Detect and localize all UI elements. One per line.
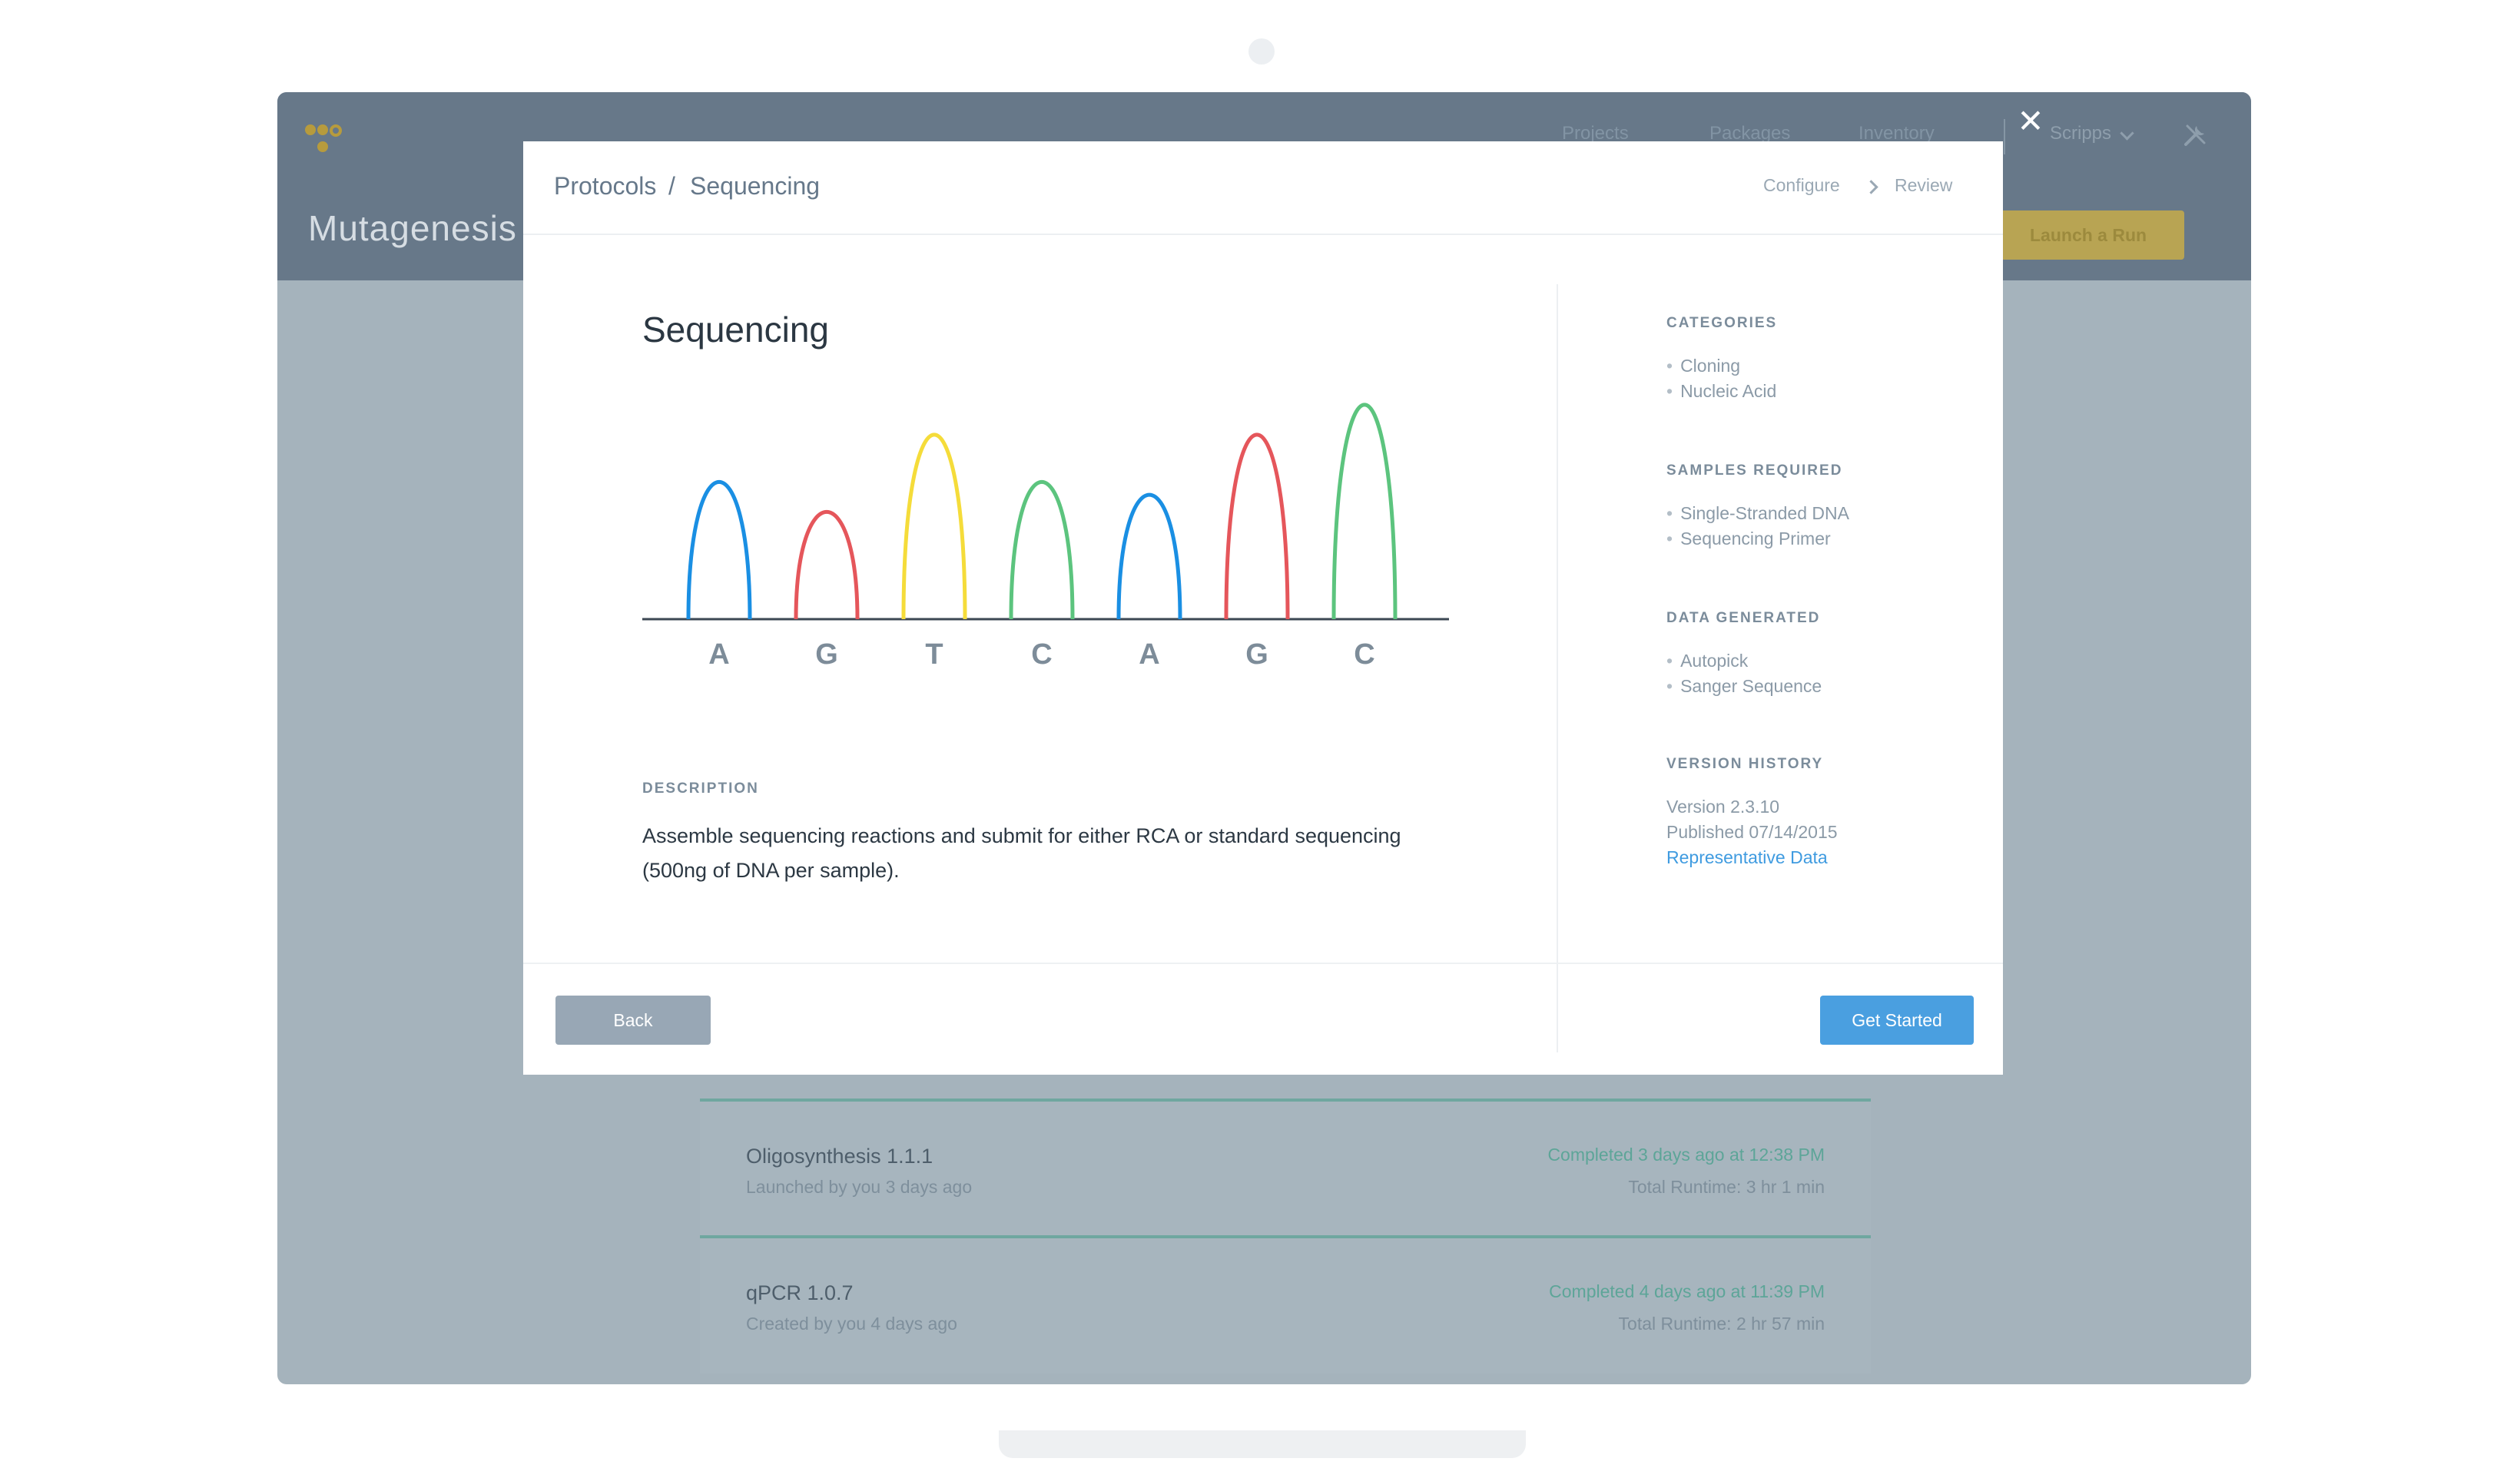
modal-header: Protocols / Sequencing Configure Review (523, 141, 2003, 235)
data-generated-section: DATA GENERATED • Autopick • Sanger Sequenc… (1666, 610, 1822, 699)
breadcrumb-protocols[interactable]: Protocols (554, 172, 656, 200)
representative-data-link[interactable]: Representative Data (1666, 845, 1838, 870)
data-item: • Sanger Sequence (1666, 676, 1822, 696)
breadcrumb-separator: / (668, 172, 675, 200)
published-date: Published 07/14/2015 (1666, 822, 1838, 842)
data-item: • Autopick (1666, 651, 1749, 671)
run-subtitle: Launched by you 3 days ago (746, 1177, 973, 1197)
data-generated-label: DATA GENERATED (1666, 610, 1821, 626)
run-name: qPCR 1.0.7 (746, 1281, 854, 1304)
step-review[interactable]: Review (1895, 175, 1952, 196)
chevron-down-icon[interactable] (2120, 126, 2134, 141)
run-card[interactable]: Oligosynthesis 1.1.1 Launched by you 3 d… (700, 1099, 1871, 1237)
chromatogram-peak (901, 432, 967, 620)
run-runtime: Total Runtime: 2 hr 57 min (1618, 1314, 1825, 1334)
chromatogram-peak (1116, 492, 1182, 620)
base-label: C (1354, 638, 1374, 671)
version-label: VERSION HISTORY (1666, 756, 1824, 772)
categories-section: CATEGORIES • Cloning • Nucleic Acid (1666, 315, 1777, 404)
chromatogram-peak (1331, 403, 1398, 620)
footer-divider (523, 963, 2003, 964)
base-label: A (708, 638, 729, 671)
protocol-title: Sequencing (642, 310, 829, 350)
device-stand (999, 1430, 1526, 1458)
base-label: G (1245, 638, 1268, 671)
run-name: Oligosynthesis 1.1.1 (746, 1145, 933, 1168)
tools-icon[interactable] (2181, 121, 2209, 149)
base-label: T (925, 638, 943, 671)
run-runtime: Total Runtime: 3 hr 1 min (1628, 1177, 1825, 1197)
version-number: Version 2.3.10 (1666, 797, 1780, 817)
sample-item: • Single-Stranded DNA (1666, 503, 1849, 523)
chromatogram-peak (794, 509, 860, 620)
categories-label: CATEGORIES (1666, 315, 1778, 331)
chevron-right-icon (1864, 180, 1878, 194)
back-button[interactable]: Back (555, 996, 711, 1045)
category-item: • Nucleic Acid (1666, 381, 1777, 401)
version-section: VERSION HISTORY Version 2.3.10 Published… (1666, 756, 1838, 870)
base-label: G (815, 638, 838, 671)
sequencing-illustration: AGTCAGC (642, 403, 1449, 671)
chromatogram-peak (1009, 479, 1075, 620)
run-card[interactable]: qPCR 1.0.7 Created by you 4 days ago Com… (700, 1235, 1871, 1374)
nav-divider (2004, 119, 2005, 154)
chromatogram-peak (1224, 432, 1290, 620)
base-label: C (1031, 638, 1052, 671)
base-label: A (1139, 638, 1159, 671)
app-logo-icon[interactable] (305, 121, 343, 160)
step-configure[interactable]: Configure (1763, 175, 1840, 196)
run-status: Completed 4 days ago at 11:39 PM (1549, 1281, 1825, 1301)
column-divider (1557, 284, 1558, 1052)
chromatogram-peak (686, 479, 752, 620)
close-icon[interactable]: ✕ (2015, 105, 2046, 138)
samples-section: SAMPLES REQUIRED • Single-Stranded DNA • S… (1666, 462, 1849, 552)
sample-item: • Sequencing Primer (1666, 529, 1831, 548)
category-item: • Cloning (1666, 356, 1741, 376)
protocol-modal: Protocols / Sequencing Configure Review … (523, 141, 2003, 1075)
run-subtitle: Created by you 4 days ago (746, 1314, 957, 1334)
description-text: Assemble sequencing reactions and submit… (642, 824, 1401, 882)
project-title: Mutagenesis (308, 208, 517, 248)
breadcrumb-current: Sequencing (690, 172, 821, 200)
run-status: Completed 3 days ago at 12:38 PM (1547, 1145, 1825, 1165)
samples-label: SAMPLES REQUIRED (1666, 462, 1843, 479)
get-started-button[interactable]: Get Started (1820, 996, 1974, 1045)
device-camera (1248, 38, 1275, 65)
org-switcher[interactable]: Scripps (2050, 123, 2111, 144)
description-label: DESCRIPTION (642, 780, 759, 797)
